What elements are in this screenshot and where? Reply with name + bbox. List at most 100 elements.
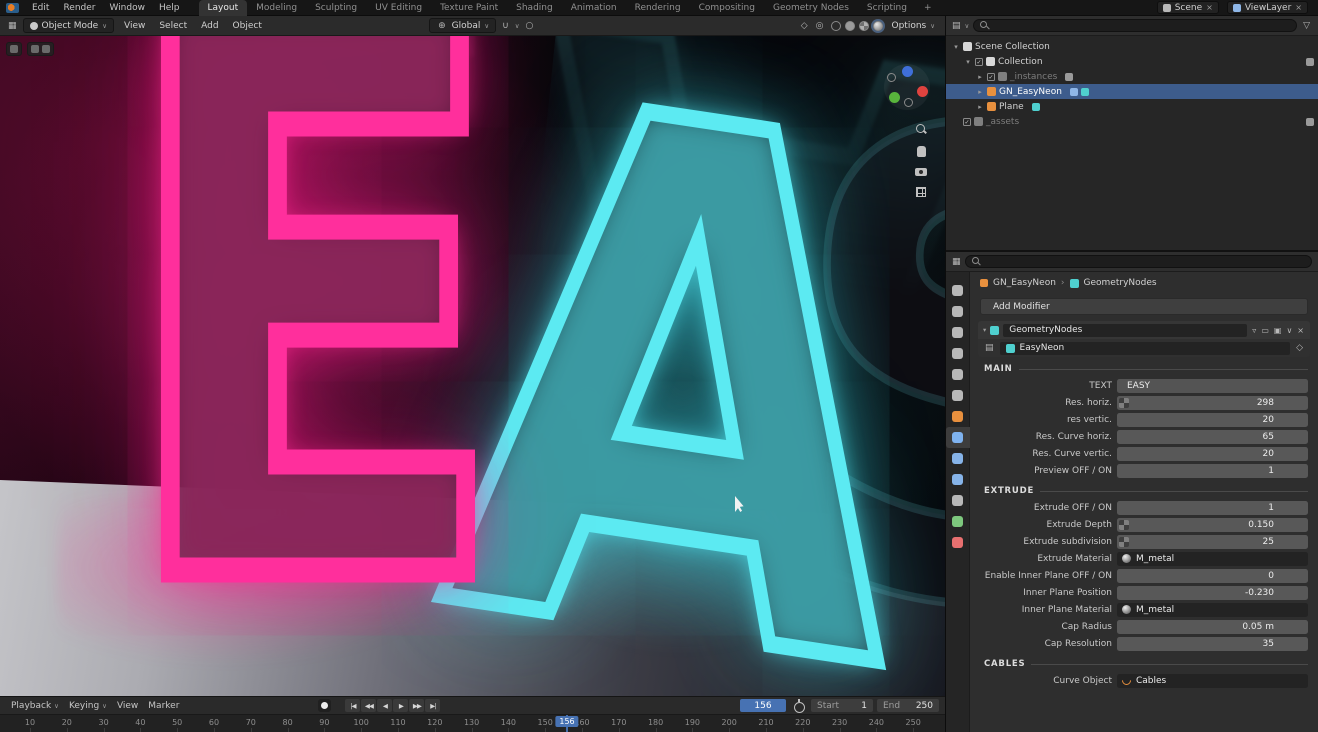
properties-tab-view-layer[interactable] [946,343,970,364]
playback-menu-view[interactable]: View [112,701,143,711]
tab-sculpting[interactable]: Sculpting [306,0,366,16]
node-group-field[interactable]: EasyNeon [1000,342,1291,355]
menu-window[interactable]: Window [102,0,152,16]
stopwatch-icon[interactable] [793,699,804,712]
close-icon[interactable]: × [1296,326,1305,335]
pan-hand-icon[interactable] [917,146,926,157]
axis-neg-icon[interactable] [887,73,896,82]
extras-menu-icon[interactable]: ∨ [1285,326,1293,335]
outliner-search-input[interactable] [993,21,1290,31]
tab-shading[interactable]: Shading [507,0,562,16]
viewport-menu-add[interactable]: Add [195,21,224,31]
shading-wireframe-icon[interactable] [831,21,841,31]
tab-geometry-nodes[interactable]: Geometry Nodes [764,0,858,16]
transform-orientation-selector[interactable]: ⊕ Global ∨ [429,18,496,33]
collection-checkbox[interactable]: ✓ [975,58,983,66]
tab-texture-paint[interactable]: Texture Paint [431,0,507,16]
collection-checkbox[interactable]: ✓ [963,118,971,126]
outliner-display-mode-chevron-icon[interactable]: ∨ [965,22,970,30]
properties-tab-output[interactable] [946,322,970,343]
expand-arrow-icon[interactable]: ▸ [976,103,984,111]
material-field[interactable]: M_metal [1117,603,1308,617]
section-header-cables[interactable]: CABLES [984,659,1308,669]
mode-selector[interactable]: Object Mode ∨ [23,18,114,33]
shading-material-preview-icon[interactable] [859,21,869,31]
tab-animation[interactable]: Animation [562,0,626,16]
add-workspace-button[interactable]: + [918,3,938,13]
value-slider[interactable]: 20 [1117,413,1308,427]
playback-menu-keying[interactable]: Keying∨ [64,701,112,711]
breadcrumb-datablock[interactable]: GeometryNodes [1084,278,1157,288]
value-decorator-icon[interactable] [1119,398,1129,408]
scene-unlink-icon[interactable]: × [1206,3,1213,12]
tab-uv-editing[interactable]: UV Editing [366,0,431,16]
properties-tab-world[interactable] [946,385,970,406]
playback-menu-marker[interactable]: Marker [143,701,184,711]
properties-tab-object[interactable] [946,406,970,427]
properties-tab-physics[interactable] [946,469,970,490]
value-slider[interactable]: 65 [1117,430,1308,444]
modifier-header[interactable]: ▾ GeometryNodes ▿▭▣∨× [978,321,1310,339]
playhead-frame-badge[interactable]: 156 [555,716,578,727]
modifier-name-field[interactable]: GeometryNodes [1003,324,1247,337]
screen-icon[interactable] [1306,118,1314,126]
expand-arrow-icon[interactable]: ▾ [964,58,972,66]
blender-logo-icon[interactable] [6,3,19,13]
menu-edit[interactable]: Edit [25,0,56,16]
value-decorator-icon[interactable] [1119,520,1129,530]
properties-tab-material[interactable] [946,532,970,553]
snap-magnet-icon[interactable]: ∪ [500,21,511,31]
show-gizmos-icon[interactable]: ◇ [799,21,810,31]
tab-rendering[interactable]: Rendering [626,0,690,16]
viewport-3d[interactable]: S A E A E [0,36,945,696]
axis-y-icon[interactable] [889,92,900,103]
value-slider[interactable]: 35 [1117,637,1308,651]
navigation-gizmo[interactable] [884,64,930,110]
expand-arrow-icon[interactable]: ▸ [976,88,984,96]
edit-mode-toggle-icon[interactable]: ▿ [1251,326,1257,335]
options-menu[interactable]: Options ∨ [888,21,940,31]
viewport-tool-button[interactable] [6,42,22,56]
properties-tab-constraints[interactable] [946,490,970,511]
tab-layout[interactable]: Layout [199,0,248,16]
object-field[interactable]: Cables [1117,674,1308,688]
text-field[interactable]: EASY [1117,379,1308,393]
section-header-extrude[interactable]: EXTRUDE [984,486,1308,496]
properties-tab-modifiers[interactable] [946,427,970,448]
outliner-row--instances[interactable]: ▸✓_instances [946,69,1318,84]
expand-arrow-icon[interactable]: ▾ [952,43,960,51]
menu-help[interactable]: Help [152,0,187,16]
tab-scripting[interactable]: Scripting [858,0,916,16]
outliner-editor-type-icon[interactable]: ▤ [952,21,961,31]
expand-chevron-icon[interactable]: ▾ [983,326,986,334]
play-button[interactable]: ▶ [393,699,408,712]
outliner-row-collection[interactable]: ▾✓Collection [946,54,1318,69]
zoom-icon[interactable] [916,124,927,135]
editor-type-icon[interactable]: ▦ [6,21,19,31]
section-header-main[interactable]: MAIN [984,364,1308,374]
axis-z-icon[interactable] [902,66,913,77]
material-field[interactable]: M_metal [1117,552,1308,566]
jump-to-end-button[interactable]: ▶| [425,699,440,712]
frame-start-field[interactable]: Start 1 [811,699,873,712]
outliner-search[interactable] [973,19,1297,32]
axis-x-icon[interactable] [917,86,928,97]
breadcrumb-object[interactable]: GN_EasyNeon [993,278,1056,288]
jump-to-start-button[interactable]: |◀ [345,699,360,712]
value-slider[interactable]: 0.150 [1117,518,1308,532]
value-slider[interactable]: -0.230 [1117,586,1308,600]
viewlayer-selector[interactable]: ViewLayer × [1227,1,1308,14]
properties-search-input[interactable] [985,257,1305,267]
prev-keyframe-button[interactable]: ◀◀ [361,699,376,712]
value-decorator-icon[interactable] [1119,537,1129,547]
show-overlays-icon[interactable]: ◎ [814,21,826,31]
outliner-row--assets[interactable]: ✓_assets [946,114,1318,129]
shading-solid-icon[interactable] [845,21,855,31]
add-modifier-button[interactable]: Add Modifier [980,298,1308,315]
tab-modeling[interactable]: Modeling [247,0,306,16]
value-slider[interactable]: 0.05 m [1117,620,1308,634]
current-frame-field[interactable]: 156 [740,699,786,712]
menu-render[interactable]: Render [56,0,102,16]
timeline-ruler[interactable]: 1020304050607080901001101201301401501601… [0,714,945,732]
fake-user-shield-icon[interactable]: ◇ [1294,343,1305,353]
